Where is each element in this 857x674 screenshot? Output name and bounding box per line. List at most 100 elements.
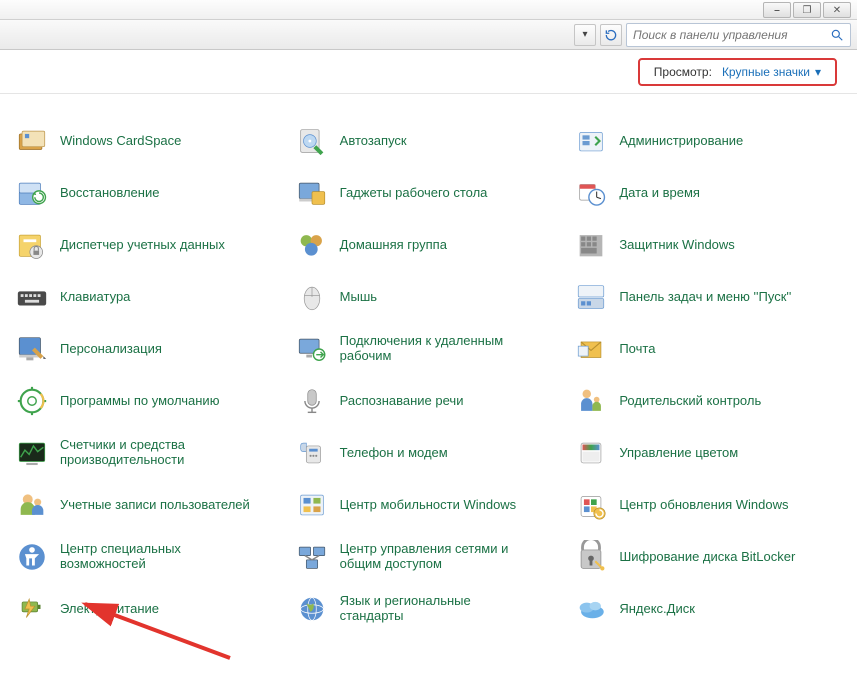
cp-item-remote[interactable]: Подключения к удаленным рабочим (294, 330, 564, 368)
search-icon (830, 28, 844, 42)
speech-icon (294, 383, 330, 419)
cp-item-datetime[interactable]: Дата и время (573, 174, 843, 212)
cp-item-mail[interactable]: Почта (573, 330, 843, 368)
cp-item-label: Гаджеты рабочего стола (340, 186, 488, 201)
parental-icon (573, 383, 609, 419)
autoplay-icon (294, 123, 330, 159)
cp-item-autoplay[interactable]: Автозапуск (294, 122, 564, 160)
cp-item-keyboard[interactable]: Клавиатура (14, 278, 284, 316)
cp-item-label: Диспетчер учетных данных (60, 238, 225, 253)
cardspace-icon (14, 123, 50, 159)
cp-item-yadisk[interactable]: Яндекс.Диск (573, 590, 843, 628)
cp-item-label: Яндекс.Диск (619, 602, 695, 617)
cp-item-label: Язык и региональные стандарты (340, 594, 535, 624)
control-panel-grid: Windows CardSpace Автозапуск Администриров… (0, 94, 857, 642)
toolbar: ▾ (0, 20, 857, 50)
recovery-icon (14, 175, 50, 211)
cp-item-label: Windows CardSpace (60, 134, 181, 149)
cp-item-perf[interactable]: Счетчики и средства производительности (14, 434, 284, 472)
cp-item-update[interactable]: Центр обновления Windows (573, 486, 843, 524)
cp-item-label: Мышь (340, 290, 377, 305)
creds-icon (14, 227, 50, 263)
cp-item-gadgets[interactable]: Гаджеты рабочего стола (294, 174, 564, 212)
cp-item-color[interactable]: Управление цветом (573, 434, 843, 472)
cp-item-label: Центр управления сетями и общим доступом (340, 542, 535, 572)
cp-item-speech[interactable]: Распознавание речи (294, 382, 564, 420)
cp-item-creds[interactable]: Диспетчер учетных данных (14, 226, 284, 264)
taskbar-icon (573, 279, 609, 315)
cp-item-label: Центр обновления Windows (619, 498, 788, 513)
close-button[interactable]: ✕ (823, 2, 851, 18)
color-icon (573, 435, 609, 471)
address-dropdown-button[interactable]: ▾ (574, 24, 596, 46)
cp-item-homegroup[interactable]: Домашняя группа (294, 226, 564, 264)
cp-item-cardspace[interactable]: Windows CardSpace (14, 122, 284, 160)
cp-item-label: Панель задач и меню ''Пуск'' (619, 290, 791, 305)
view-bar: Просмотр: Крупные значки ▾ (0, 50, 857, 94)
cp-item-recovery[interactable]: Восстановление (14, 174, 284, 212)
refresh-button[interactable] (600, 24, 622, 46)
chevron-down-icon: ▾ (815, 65, 821, 79)
minimize-button[interactable]: ⎯ (763, 2, 791, 18)
cp-item-label: Родительский контроль (619, 394, 761, 409)
cp-item-bitlocker[interactable]: Шифрование диска BitLocker (573, 538, 843, 576)
cp-item-label: Центр специальных возможностей (60, 542, 255, 572)
cp-item-label: Электропитание (60, 602, 159, 617)
personalize-icon (14, 331, 50, 367)
cp-item-phone[interactable]: Телефон и модем (294, 434, 564, 472)
cp-item-label: Домашняя группа (340, 238, 447, 253)
cp-item-ease[interactable]: Центр специальных возможностей (14, 538, 284, 576)
defender-icon (573, 227, 609, 263)
datetime-icon (573, 175, 609, 211)
title-bar: ⎯ ❐ ✕ (0, 0, 857, 20)
perf-icon (14, 435, 50, 471)
cp-item-parental[interactable]: Родительский контроль (573, 382, 843, 420)
cp-item-label: Персонализация (60, 342, 162, 357)
search-input[interactable] (633, 28, 830, 42)
cp-item-label: Администрирование (619, 134, 743, 149)
cp-item-label: Управление цветом (619, 446, 738, 461)
cp-item-defprog[interactable]: Программы по умолчанию (14, 382, 284, 420)
maximize-button[interactable]: ❐ (793, 2, 821, 18)
refresh-icon (604, 28, 618, 42)
cp-item-label: Учетные записи пользователей (60, 498, 250, 513)
defprog-icon (14, 383, 50, 419)
cp-item-defender[interactable]: Защитник Windows (573, 226, 843, 264)
power-icon (14, 591, 50, 627)
cp-item-label: Распознавание речи (340, 394, 464, 409)
remote-icon (294, 331, 330, 367)
cp-item-label: Автозапуск (340, 134, 407, 149)
cp-item-admin[interactable]: Администрирование (573, 122, 843, 160)
cp-item-network[interactable]: Центр управления сетями и общим доступом (294, 538, 564, 576)
cp-item-label: Клавиатура (60, 290, 130, 305)
cp-item-region[interactable]: Язык и региональные стандарты (294, 590, 564, 628)
mouse-icon (294, 279, 330, 315)
cp-item-personalize[interactable]: Персонализация (14, 330, 284, 368)
cp-item-label: Восстановление (60, 186, 159, 201)
cp-item-label: Почта (619, 342, 655, 357)
cp-item-label: Счетчики и средства производительности (60, 438, 255, 468)
cp-item-taskbar[interactable]: Панель задач и меню ''Пуск'' (573, 278, 843, 316)
view-label: Просмотр: (654, 65, 712, 79)
cp-item-mobility[interactable]: Центр мобильности Windows (294, 486, 564, 524)
cp-item-label: Шифрование диска BitLocker (619, 550, 795, 565)
window-controls: ⎯ ❐ ✕ (761, 2, 851, 18)
cp-item-mouse[interactable]: Мышь (294, 278, 564, 316)
yadisk-icon (573, 591, 609, 627)
users-icon (14, 487, 50, 523)
mobility-icon (294, 487, 330, 523)
phone-icon (294, 435, 330, 471)
homegroup-icon (294, 227, 330, 263)
cp-item-power[interactable]: Электропитание (14, 590, 284, 628)
mail-icon (573, 331, 609, 367)
cp-item-users[interactable]: Учетные записи пользователей (14, 486, 284, 524)
admin-icon (573, 123, 609, 159)
view-selector[interactable]: Крупные значки ▾ (722, 65, 821, 79)
region-icon (294, 591, 330, 627)
cp-item-label: Дата и время (619, 186, 700, 201)
network-icon (294, 539, 330, 575)
cp-item-label: Защитник Windows (619, 238, 734, 253)
search-box[interactable] (626, 23, 851, 47)
cp-item-label: Центр мобильности Windows (340, 498, 517, 513)
ease-icon (14, 539, 50, 575)
